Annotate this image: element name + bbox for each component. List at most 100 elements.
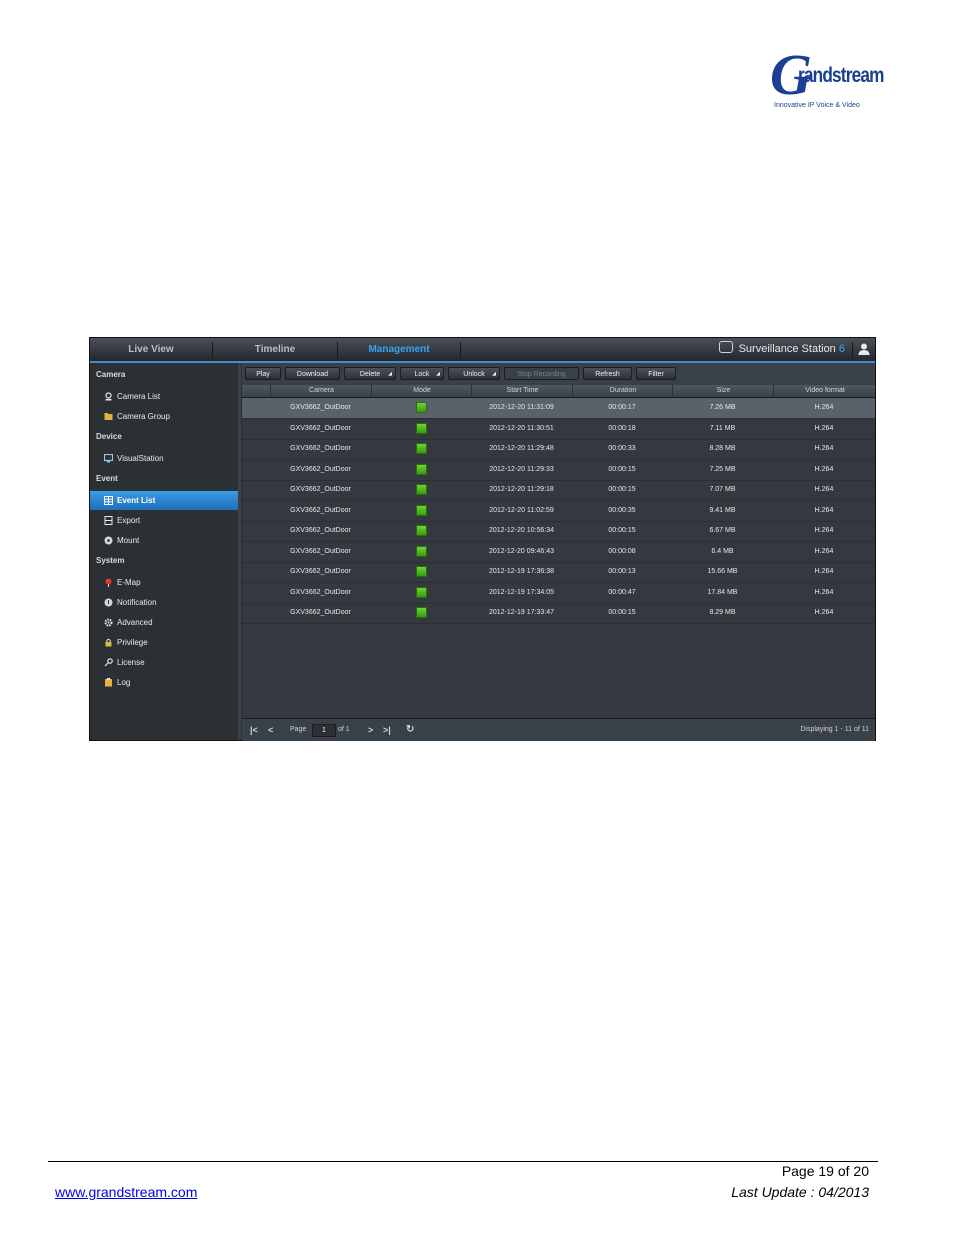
cell-size: 17.84 MB <box>707 588 738 596</box>
cell-video-format: H.264 <box>814 486 834 493</box>
cell-start-time: 2012-12-20 11:29:33 <box>489 465 554 473</box>
cell-start-time: 2012-12-20 11:30:51 <box>489 424 554 432</box>
cell-size: 8.28 MB <box>709 445 736 452</box>
tab-live-view[interactable]: Live View <box>90 338 212 361</box>
sidebar-item-mount[interactable]: Mount <box>90 531 238 550</box>
gear-icon <box>104 618 113 627</box>
download-button[interactable]: Download <box>285 367 340 380</box>
cell-start-time: 2012-12-20 11:31:09 <box>489 404 554 411</box>
brand-title: Surveillance Station 6 <box>718 338 845 361</box>
disc-icon <box>104 536 113 545</box>
cell-size: 6.4 MB <box>711 547 734 555</box>
top-nav-bar: Live View Timeline Management Surveillan… <box>90 338 875 363</box>
sidebar-item-license[interactable]: License <box>90 653 238 672</box>
tab-management[interactable]: Management <box>338 338 460 361</box>
lock-button[interactable]: Lock ◢ <box>400 367 444 380</box>
table-row[interactable]: GXV3662_OutDoor 2012-12-20 11:31:09 00:00:… <box>242 398 875 419</box>
dropdown-arrow-icon: ◢ <box>436 371 440 377</box>
mode-indicator-icon <box>416 566 427 577</box>
filter-button[interactable]: Filter <box>636 367 676 380</box>
sidebar-item-label: Export <box>117 516 141 525</box>
sidebar-item-camera-list[interactable]: Camera List <box>90 387 238 406</box>
cell-size: 7.07 MB <box>709 486 736 493</box>
cell-video-format: H.264 <box>814 424 834 432</box>
user-icon[interactable] <box>857 342 871 356</box>
sidebar-item-visualstation[interactable]: VisualStation <box>90 449 238 468</box>
first-page-icon[interactable]: |< <box>250 719 258 741</box>
unlock-button[interactable]: Unlock ◢ <box>448 367 500 380</box>
sidebar-item-privilege[interactable]: Privilege <box>90 633 238 652</box>
cell-duration: 00:00:15 <box>608 609 636 616</box>
cell-video-format: H.264 <box>814 465 834 473</box>
tab-timeline[interactable]: Timeline <box>213 338 337 361</box>
delete-label: Delete <box>359 371 381 378</box>
sidebar-item-export[interactable]: Export <box>90 511 238 530</box>
cell-camera: GXV3662_OutDoor <box>290 424 351 432</box>
cell-camera: GXV3662_OutDoor <box>290 609 351 616</box>
footer-divider <box>48 1161 878 1162</box>
next-page-icon[interactable]: > <box>368 719 373 741</box>
table-row[interactable]: GXV3662_OutDoor 2012-12-19 17:36:38 00:00:… <box>242 562 875 583</box>
cell-video-format: H.264 <box>814 404 834 411</box>
cell-duration: 00:00:08 <box>608 547 636 555</box>
mode-indicator-icon <box>416 484 427 495</box>
table-row[interactable]: GXV3662_OutDoor 2012-12-20 09:46:43 00:00:… <box>242 542 875 563</box>
lock-icon <box>105 638 112 647</box>
refresh-icon[interactable]: ↻ <box>406 719 414 741</box>
cell-duration: 00:00:15 <box>608 486 636 493</box>
mode-indicator-icon <box>416 504 427 516</box>
sidebar-item-camera-group[interactable]: Camera Group <box>90 407 238 426</box>
dropdown-arrow-icon: ◢ <box>388 371 392 377</box>
cell-start-time: 2012-12-19 17:34:05 <box>489 588 554 596</box>
cell-duration: 00:00:18 <box>608 424 636 432</box>
column-header-mode[interactable]: Mode <box>371 385 472 397</box>
cell-size: 6.67 MB <box>709 527 736 534</box>
column-header-size[interactable]: Size <box>672 385 774 397</box>
sidebar-item-log[interactable]: Log <box>90 673 238 692</box>
table-row[interactable]: GXV3662_OutDoor 2012-12-19 17:33:47 00:00:… <box>242 603 875 624</box>
brand-text: Surveillance Station <box>738 343 836 355</box>
table-row[interactable]: GXV3662_OutDoor 2012-12-20 10:56:34 00:00:… <box>242 521 875 542</box>
column-header-start-time[interactable]: Start Time <box>471 385 573 397</box>
column-header-video-format[interactable]: Video format <box>773 385 876 397</box>
page-number-input[interactable]: 1 <box>312 724 336 737</box>
refresh-button[interactable]: Refresh <box>583 367 632 380</box>
cell-start-time: 2012-12-19 17:33:47 <box>489 609 554 616</box>
last-page-icon[interactable]: >| <box>383 719 391 741</box>
cell-camera: GXV3662_OutDoor <box>290 445 351 452</box>
column-header-duration[interactable]: Duration <box>572 385 673 397</box>
table-row[interactable]: GXV3662_OutDoor 2012-12-20 11:30:51 00:00:… <box>242 419 875 440</box>
clipboard-icon <box>105 678 112 687</box>
cell-duration: 00:00:15 <box>608 527 636 534</box>
info-icon <box>104 598 113 607</box>
export-icon <box>104 516 113 525</box>
cell-camera: GXV3662_OutDoor <box>290 506 351 514</box>
sidebar-item-notification[interactable]: Notification <box>90 593 238 612</box>
map-pin-icon <box>105 578 112 587</box>
table-row[interactable]: GXV3662_OutDoor 2012-12-20 11:29:18 00:00:… <box>242 480 875 501</box>
table-row[interactable]: GXV3662_OutDoor 2012-12-20 11:29:33 00:00:… <box>242 460 875 481</box>
sidebar-item-label: VisualStation <box>117 454 164 463</box>
stop-recording-button[interactable]: Stop Recording <box>504 367 579 380</box>
sidebar-item-event-list[interactable]: Event List <box>90 491 238 510</box>
last-update: Last Update : 04/2013 <box>731 1184 869 1200</box>
sidebar-item-advanced[interactable]: Advanced <box>90 613 238 632</box>
folder-icon <box>104 413 113 420</box>
play-button[interactable]: Play <box>245 367 281 380</box>
sidebar-section-system: System <box>96 556 125 565</box>
cell-size: 15.66 MB <box>707 568 738 575</box>
sidebar-item-e-map[interactable]: E-Map <box>90 573 238 592</box>
column-header-camera[interactable]: Camera <box>270 385 372 397</box>
table-row[interactable]: GXV3662_OutDoor 2012-12-20 11:29:48 00:00:… <box>242 439 875 460</box>
table-row[interactable]: GXV3662_OutDoor 2012-12-20 11:02:59 00:00:… <box>242 501 875 522</box>
table-row[interactable]: GXV3662_OutDoor 2012-12-19 17:34:05 00:00:… <box>242 583 875 604</box>
nav-divider <box>852 342 853 358</box>
cell-camera: GXV3662_OutDoor <box>290 404 351 411</box>
delete-button[interactable]: Delete ◢ <box>344 367 396 380</box>
key-icon <box>104 658 113 667</box>
prev-page-icon[interactable]: < <box>268 719 273 741</box>
sidebar-item-label: Camera Group <box>117 412 170 421</box>
sidebar-section-event: Event <box>96 474 118 483</box>
mode-indicator-icon <box>416 443 427 454</box>
website-link[interactable]: www.grandstream.com <box>55 1184 197 1200</box>
